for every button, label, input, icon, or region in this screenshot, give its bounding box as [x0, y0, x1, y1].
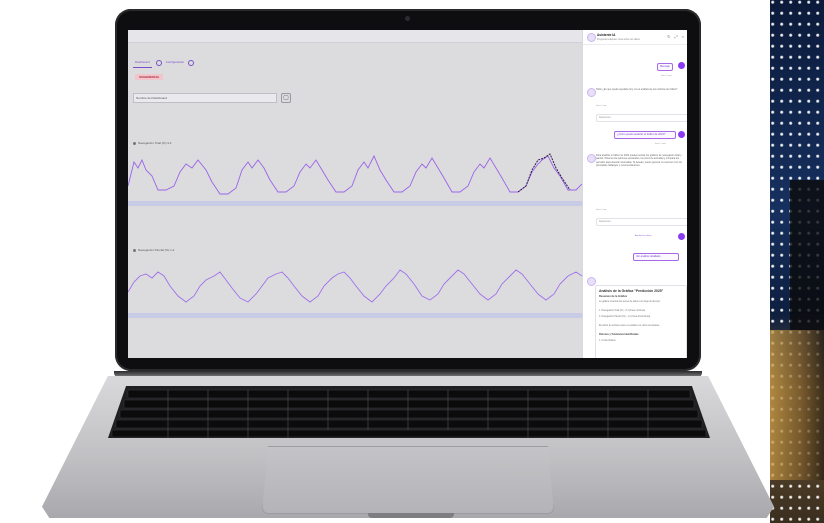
assistant-message: Para analizar el tráfico de 2024 puedes …: [596, 154, 682, 168]
keyboard: [108, 386, 710, 438]
assistant-subtitle: Pregunta cualquier cosa sobre tus datos: [597, 38, 640, 41]
message-time: hace 1 min: [661, 75, 672, 77]
chart1-label: Navegación Total (%) 3.4: [138, 141, 172, 145]
chart2-timeline[interactable]: [128, 313, 582, 318]
analysis-line: La gráfica muestra dos series de datos a…: [599, 301, 661, 303]
background-shadow: [790, 180, 824, 330]
user-avatar: [678, 131, 685, 138]
assistant-avatar: [587, 154, 596, 163]
analysis-line: 2. Navegación Parcial (%) - 1.2 (línea d…: [599, 316, 651, 318]
assistant-header: Asistente IA Pregunta cualquier cosa sob…: [583, 30, 687, 45]
user-message: ¿Cómo puedo analizar el tráfico de 2024?: [614, 131, 676, 139]
analysis-subtitle: Resumen de la Gráfica: [599, 295, 627, 298]
chart2-label: Navegación Parcial (%) 1.2: [138, 248, 175, 252]
user-avatar: [678, 62, 685, 69]
camera-icon: [405, 16, 410, 21]
background-photo: [770, 0, 824, 523]
tab-bar: Dashboard Configuración: [133, 60, 195, 68]
user-avatar: [678, 233, 685, 240]
analysis-line: Patrones y Tendencias Identificadas: [599, 334, 639, 336]
chart2: [128, 258, 582, 318]
message-time: hace 1 min: [655, 143, 666, 145]
trackpad[interactable]: [262, 446, 554, 514]
analysis-card: Análisis de la Gráfica "Predicción 2025"…: [595, 285, 687, 358]
chart1-line: [128, 153, 582, 195]
legend-dot-icon: [133, 248, 136, 252]
status-badge: SUGERENCIA: [135, 74, 164, 80]
message-time: hace 1 min: [596, 105, 607, 107]
keyboard-keys: [111, 389, 707, 438]
analysis-line: 1. Navegación Total (%) - 3.4 (línea con…: [599, 310, 646, 312]
response-field[interactable]: Respuesta: [596, 218, 687, 226]
refresh-icon[interactable]: ↻: [667, 34, 670, 39]
chart2-legend: Navegación Parcial (%) 1.2: [133, 248, 174, 252]
response-field[interactable]: Respuesta: [596, 114, 687, 122]
user-message: Analiza los datos: [635, 235, 652, 237]
tab-configuracion[interactable]: Configuración: [166, 60, 185, 68]
chart2-line: [128, 269, 582, 303]
close-icon[interactable]: ×: [682, 34, 684, 39]
laptop-screen: Dashboard Configuración SUGERENCIA Nombr…: [128, 30, 687, 358]
settings-icon[interactable]: [188, 60, 195, 66]
legend-dot-icon: [133, 141, 136, 145]
analysis-title: Análisis de la Gráfica "Predicción 2025": [599, 289, 664, 293]
tab-dashboard[interactable]: Dashboard: [133, 60, 152, 68]
chart1-legend: Navegación Total (%) 3.4: [133, 141, 171, 145]
chart1: [128, 146, 582, 206]
calendar-icon[interactable]: ▢: [281, 93, 291, 103]
assistant-avatar: [587, 88, 596, 97]
background-lights: [770, 330, 824, 480]
expand-icon[interactable]: ⤢: [674, 34, 677, 39]
analysis-line: El patrón de ambas series es estable con…: [599, 325, 660, 327]
header-actions: ↻ ⤢ ×: [667, 34, 684, 39]
chart1-timeline[interactable]: [128, 201, 582, 206]
dashboard-select[interactable]: Nombre del Dashboard: [133, 93, 277, 103]
laptop-front-notch: [368, 513, 454, 518]
analysis-line: 1. Ciclos Diarios: [599, 340, 616, 342]
assistant-title: Asistente IA: [597, 33, 616, 37]
assistant-message: Hola! ¿En qué puedo ayudarte hoy con el …: [596, 88, 678, 91]
laptop-lid: Dashboard Configuración SUGERENCIA Nombr…: [115, 9, 701, 371]
tab-dot-icon: [155, 60, 162, 66]
user-message: Mensaje: [657, 63, 673, 71]
dashboard-area: Dashboard Configuración SUGERENCIA Nombr…: [128, 30, 582, 358]
detail-button[interactable]: Ver análisis detallado: [633, 253, 679, 261]
top-bar: [128, 30, 582, 43]
assistant-avatar: [587, 33, 596, 42]
assistant-panel: Asistente IA Pregunta cualquier cosa sob…: [582, 30, 687, 358]
message-time: hace 1 min: [596, 209, 607, 211]
